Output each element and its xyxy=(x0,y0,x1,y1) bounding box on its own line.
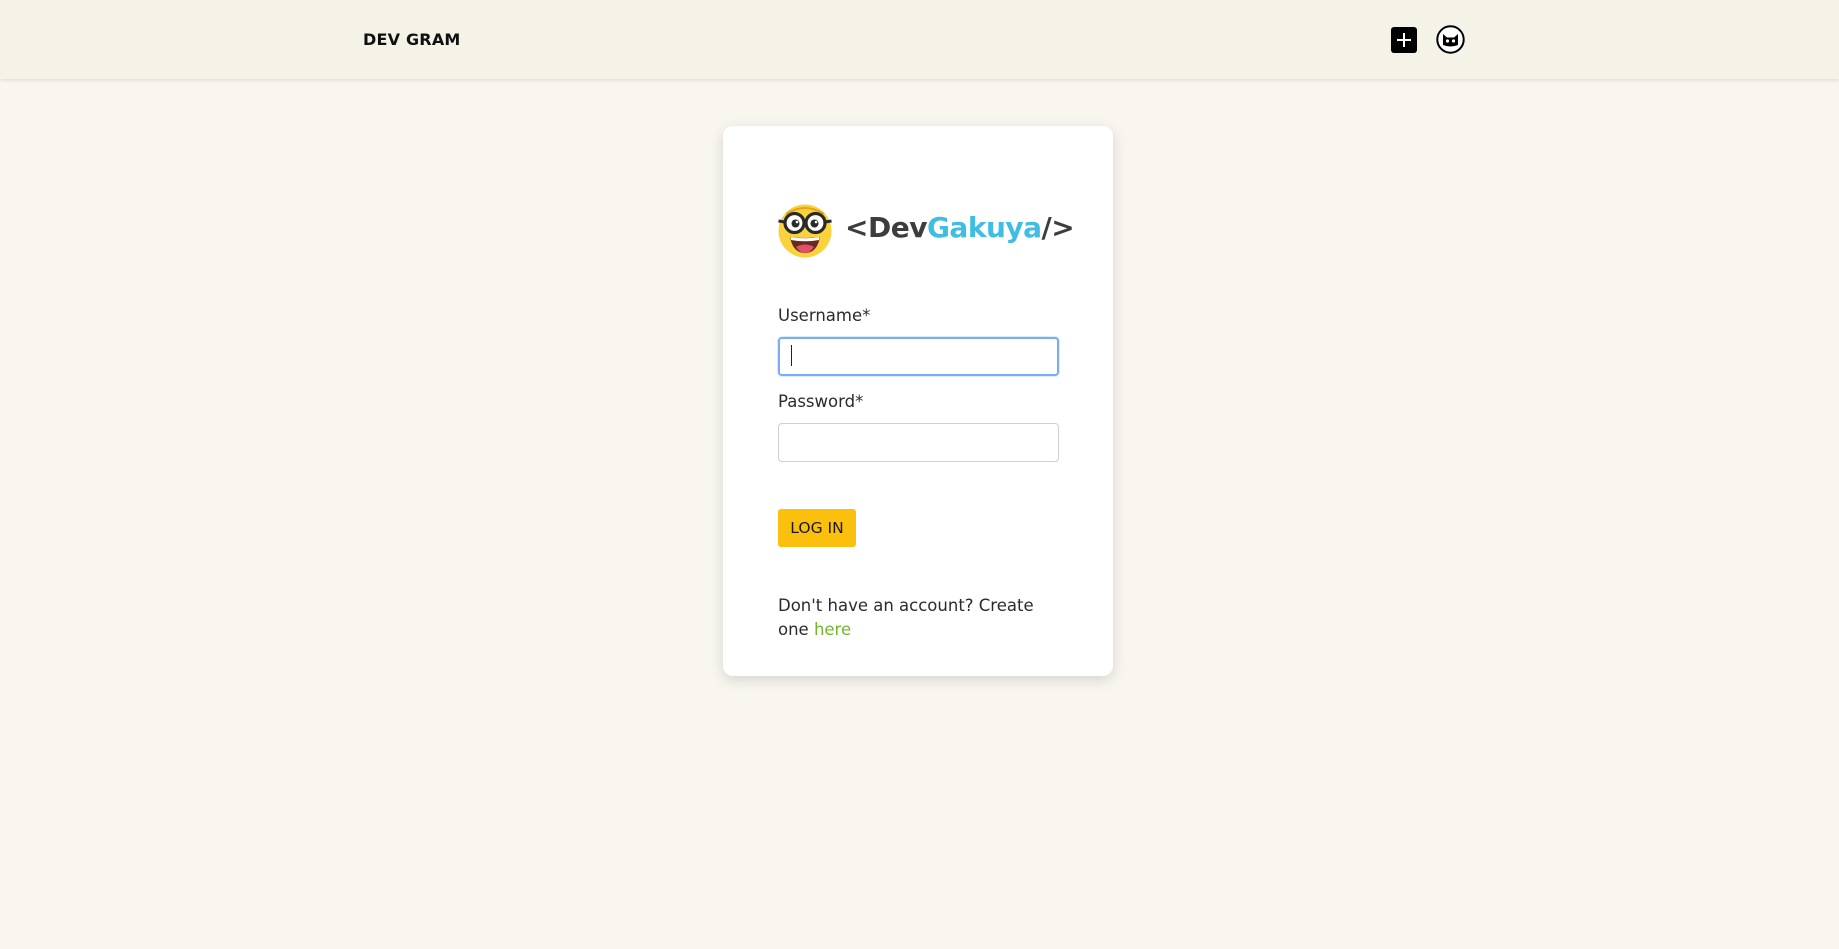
nerd-face-icon xyxy=(778,204,832,258)
plus-square-icon[interactable] xyxy=(1391,27,1417,53)
logo-close-bracket: /> xyxy=(1041,211,1075,244)
brand-link[interactable]: DEV GRAM xyxy=(363,30,461,49)
logo-word-gakuya: Gakuya xyxy=(926,211,1042,244)
text-caret xyxy=(791,345,792,366)
password-input[interactable] xyxy=(778,423,1059,462)
logo-wordmark: <DevGakuya/> xyxy=(845,211,1075,244)
cat-avatar-icon[interactable] xyxy=(1436,25,1465,54)
navbar: DEV GRAM xyxy=(0,0,1839,79)
logo-open-bracket: < xyxy=(845,211,868,244)
password-label: Password* xyxy=(778,392,864,411)
login-button[interactable]: LOG IN xyxy=(778,509,856,547)
logo-word-dev: Dev xyxy=(867,211,927,244)
devgakuya-logo: <DevGakuya/> xyxy=(777,201,1075,261)
username-label: Username* xyxy=(778,306,871,325)
signup-link[interactable]: here xyxy=(814,620,851,639)
username-input[interactable] xyxy=(778,337,1059,376)
login-card: <DevGakuya/> Username* Password* LOG IN … xyxy=(723,126,1113,676)
signup-prompt: Don't have an account? Create one here xyxy=(778,594,1048,642)
